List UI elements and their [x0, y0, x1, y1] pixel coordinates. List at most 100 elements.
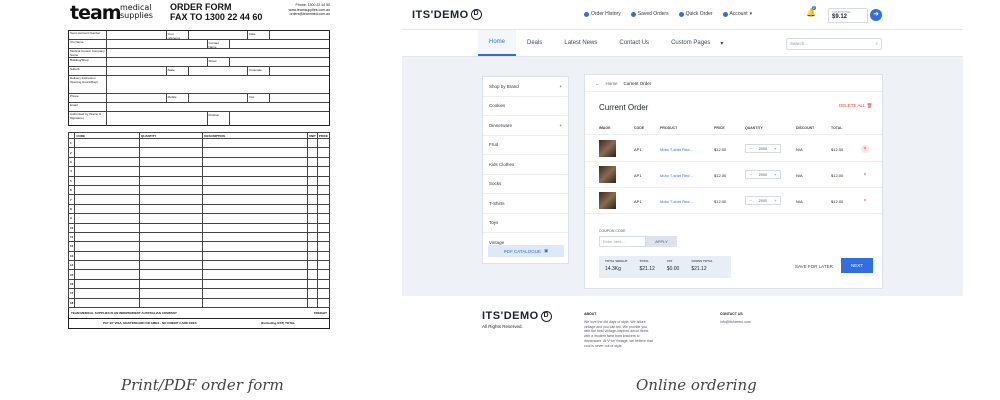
footer-contact-email[interactable]: info@its'tdemo.com	[720, 320, 751, 325]
form-item-cell[interactable]	[306, 147, 318, 158]
apply-button[interactable]: APPLY	[646, 236, 677, 247]
field-value[interactable]	[270, 67, 329, 75]
form-item-cell[interactable]	[316, 166, 331, 177]
plus-icon[interactable]: +	[774, 173, 776, 177]
form-item-cell[interactable]	[138, 297, 204, 309]
form-item-cell[interactable]	[316, 269, 331, 280]
form-item-cell[interactable]	[74, 156, 140, 168]
form-item-cell[interactable]	[74, 203, 140, 215]
quantity-stepper[interactable]: − 2000 +	[745, 196, 781, 205]
form-item-cell[interactable]	[202, 288, 308, 299]
form-item-cell[interactable]	[138, 222, 204, 233]
sidebar-item-shop-by-brand[interactable]: Shop by Brand +	[483, 77, 568, 97]
quantity-stepper[interactable]: − 2000 +	[745, 170, 781, 179]
sidebar-item-socks[interactable]: Socks	[483, 175, 568, 194]
remove-item-button[interactable]: ×	[861, 171, 869, 179]
field-value[interactable]	[270, 94, 329, 102]
form-item-cell[interactable]	[138, 213, 204, 224]
form-item-cell[interactable]	[306, 194, 318, 205]
product-image[interactable]	[599, 166, 616, 183]
form-item-cell[interactable]	[138, 203, 204, 215]
form-item-cell[interactable]	[202, 278, 308, 290]
form-item-cell[interactable]	[316, 231, 331, 243]
form-item-cell[interactable]	[306, 222, 318, 233]
form-item-cell[interactable]	[202, 250, 308, 262]
form-item-cell[interactable]	[138, 184, 204, 196]
row-product-link[interactable]: Moto T-shirt Red...	[660, 147, 693, 152]
sidebar-item-toys[interactable]: Toys	[483, 214, 568, 233]
sidebar-item-kids-clothes[interactable]: Kids Clothes	[483, 155, 568, 175]
field-value[interactable]	[107, 103, 329, 111]
form-item-cell[interactable]	[202, 269, 308, 280]
sidebar-item-fruit[interactable]: Fruit	[483, 136, 568, 155]
save-for-later-button[interactable]: SAVE FOR LATER	[795, 264, 833, 269]
form-item-cell[interactable]	[74, 166, 140, 177]
form-item-cell[interactable]	[74, 260, 140, 271]
form-item-cell[interactable]	[74, 231, 140, 243]
field-value[interactable]	[189, 67, 249, 75]
form-item-cell[interactable]	[138, 231, 204, 243]
form-item-cell[interactable]	[316, 137, 331, 149]
form-item-cell[interactable]	[74, 175, 140, 186]
form-item-cell[interactable]	[74, 184, 140, 196]
minus-icon[interactable]: −	[750, 147, 752, 151]
form-item-cell[interactable]	[74, 222, 140, 233]
form-item-cell[interactable]	[138, 147, 204, 158]
field-value[interactable]	[107, 94, 167, 102]
form-item-cell[interactable]	[316, 175, 331, 186]
form-item-cell[interactable]	[306, 269, 318, 280]
footer-brand-logo[interactable]: ITS'DEMO D	[482, 310, 552, 322]
form-item-cell[interactable]	[202, 147, 308, 158]
form-item-cell[interactable]	[306, 175, 318, 186]
row-product-link[interactable]: Moto T-shirt Red...	[660, 199, 693, 204]
remove-item-button[interactable]: ×	[861, 197, 869, 205]
form-item-cell[interactable]	[74, 269, 140, 280]
form-item-cell[interactable]	[306, 288, 318, 299]
form-item-cell[interactable]	[138, 166, 204, 177]
form-item-cell[interactable]	[306, 166, 318, 177]
field-value[interactable]	[107, 40, 208, 48]
sidebar-item-t-shirts[interactable]: T-Shirts	[483, 194, 568, 214]
form-item-cell[interactable]	[202, 260, 308, 271]
minus-icon[interactable]: −	[750, 173, 752, 177]
form-item-cell[interactable]	[138, 260, 204, 271]
account-link[interactable]: Account ▾	[722, 11, 752, 17]
menu-deals[interactable]: Deals	[516, 30, 553, 56]
plus-icon[interactable]: +	[774, 199, 776, 203]
form-item-cell[interactable]	[74, 250, 140, 262]
form-item-cell[interactable]	[306, 250, 318, 262]
form-item-cell[interactable]	[202, 184, 308, 196]
form-item-cell[interactable]	[202, 222, 308, 233]
menu-contact-us[interactable]: Contact Us	[608, 30, 660, 56]
back-arrow-icon[interactable]: ←	[595, 81, 600, 86]
form-item-cell[interactable]	[316, 241, 331, 252]
form-item-cell[interactable]	[74, 297, 140, 309]
form-item-cell[interactable]	[316, 194, 331, 205]
form-item-cell[interactable]	[306, 203, 318, 215]
sidebar-item-cookies[interactable]: Cookies	[483, 97, 568, 116]
form-item-cell[interactable]	[316, 260, 331, 271]
form-item-cell[interactable]	[316, 288, 331, 299]
form-item-cell[interactable]	[138, 241, 204, 252]
menu-home[interactable]: Home	[478, 30, 517, 56]
form-item-cell[interactable]	[138, 288, 204, 299]
form-item-cell[interactable]	[74, 194, 140, 205]
remove-item-button[interactable]: ×	[861, 145, 869, 153]
field-value[interactable]	[270, 31, 329, 39]
minus-icon[interactable]: −	[750, 199, 752, 203]
sidebar-item-dinnerware[interactable]: Dinnerware +	[483, 116, 568, 136]
field-value[interactable]	[107, 76, 329, 93]
form-item-cell[interactable]	[316, 156, 331, 168]
saved-orders-link[interactable]: Saved Orders	[630, 11, 669, 17]
form-item-cell[interactable]	[316, 213, 331, 224]
form-item-cell[interactable]	[202, 213, 308, 224]
go-arrow-button[interactable]: ➜	[870, 9, 882, 21]
plus-icon[interactable]: +	[774, 147, 776, 151]
form-item-cell[interactable]	[306, 297, 318, 309]
form-item-cell[interactable]	[202, 297, 308, 309]
form-item-cell[interactable]	[202, 194, 308, 205]
form-item-cell[interactable]	[202, 156, 308, 168]
notification-bell[interactable]: 🔔 2	[806, 6, 817, 19]
form-item-cell[interactable]	[74, 147, 140, 158]
form-item-cell[interactable]	[138, 194, 204, 205]
